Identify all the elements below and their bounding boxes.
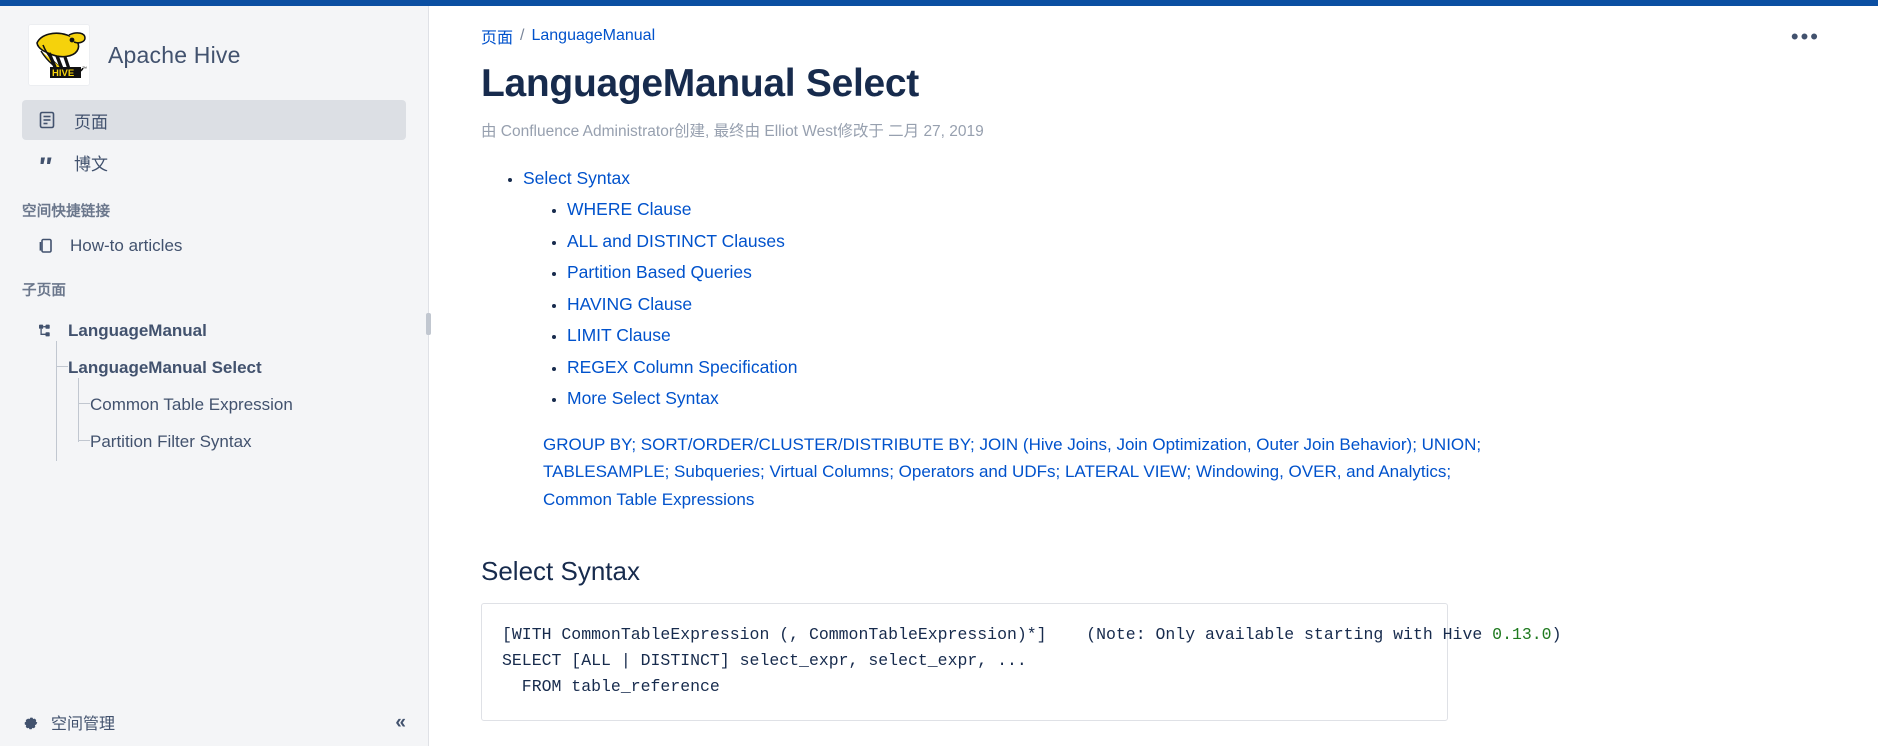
related-link[interactable]: Subqueries (674, 462, 760, 481)
related-link-separator: ; (760, 462, 769, 481)
section-heading-select-syntax: Select Syntax (481, 556, 1818, 587)
svg-text:™: ™ (82, 66, 87, 72)
related-link[interactable]: Outer Join Behavior (1256, 435, 1406, 454)
list-item: HAVING Clause (567, 289, 1818, 320)
sidebar-shortcut-how-to-articles[interactable]: How-to articles (0, 229, 428, 263)
page-tree-children: LanguageManual Select Common Table Expre… (46, 349, 428, 460)
sidebar-resize-handle[interactable] (426, 313, 431, 335)
toc-sublist: WHERE Clause ALL and DISTINCT Clauses Pa… (549, 194, 1818, 414)
list-item: ALL and DISTINCT Clauses (567, 226, 1818, 257)
related-link[interactable]: Virtual Columns (770, 462, 890, 481)
code-line-1-pre: [WITH CommonTableExpression (, CommonTab… (502, 625, 1492, 644)
space-shortcuts-heading: 空间快捷链接 (0, 184, 428, 229)
list-item: WHERE Clause (567, 194, 1818, 225)
toc-link-where-clause[interactable]: WHERE Clause (567, 199, 691, 219)
code-line-3: FROM table_reference (502, 677, 720, 696)
breadcrumb: 页面 / LanguageManual (481, 24, 1818, 48)
related-link-separator: ; (889, 462, 898, 481)
toc-link-having-clause[interactable]: HAVING Clause (567, 294, 692, 314)
related-link-separator: ( (1018, 435, 1028, 454)
breadcrumb-item-languagemanual[interactable]: LanguageManual (531, 27, 655, 45)
space-sidebar: HIVE ™ Apache Hive 页面 (0, 0, 429, 746)
related-link-separator: ; (665, 462, 674, 481)
more-actions-icon[interactable]: ••• (1791, 26, 1820, 48)
related-link[interactable]: Hive Joins (1029, 435, 1107, 454)
browser-top-strip (0, 0, 1878, 6)
toc-root-item: Select Syntax WHERE Clause ALL and DISTI… (523, 163, 1818, 415)
related-link-separator: ; (1055, 462, 1064, 481)
sidebar-footer: 空间管理 « (0, 704, 428, 746)
related-link[interactable]: UNION (1422, 435, 1477, 454)
page-tree-item-label: Partition Filter Syntax (90, 432, 252, 452)
related-link[interactable]: Common Table Expressions (543, 490, 754, 509)
confluence-page: HIVE ™ Apache Hive 页面 (0, 0, 1878, 746)
page-title: LanguageManual Select (481, 62, 1818, 107)
page-tree-item-label: LanguageManual (68, 321, 207, 341)
related-link[interactable]: Join Optimization (1116, 435, 1246, 454)
page-copy-icon (36, 236, 56, 256)
related-link[interactable]: GROUP BY (543, 435, 631, 454)
page-tree-item-label: Common Table Expression (90, 395, 293, 415)
page-tree-item-common-table-expression[interactable]: Common Table Expression (46, 386, 428, 423)
related-link[interactable]: TABLESAMPLE (543, 462, 665, 481)
breadcrumb-separator: / (520, 27, 524, 45)
toc-link-all-and-distinct-clauses[interactable]: ALL and DISTINCT Clauses (567, 231, 785, 251)
page-tree-item-languagemanual[interactable]: LanguageManual (36, 312, 428, 349)
related-link[interactable]: Operators and UDFs (899, 462, 1056, 481)
sidebar-shortcut-label: How-to articles (70, 236, 182, 256)
list-item: More Select Syntax (567, 383, 1818, 414)
pages-icon (36, 109, 58, 131)
code-version-number: 0.13.0 (1492, 625, 1551, 644)
related-links-paragraph: GROUP BY; SORT/ORDER/CLUSTER/DISTRIBUTE … (543, 431, 1483, 514)
sidebar-nav: 页面 博文 (0, 100, 428, 184)
page-tree-item-languagemanual-select[interactable]: LanguageManual Select (46, 349, 428, 386)
breadcrumb-item-pages[interactable]: 页面 (481, 24, 513, 48)
page-tree-item-label: LanguageManual Select (68, 358, 262, 378)
list-item: REGEX Column Specification (567, 352, 1818, 383)
toc-link-limit-clause[interactable]: LIMIT Clause (567, 325, 671, 345)
related-link-separator: ; (1446, 462, 1451, 481)
sidebar-item-pages[interactable]: 页面 (22, 100, 406, 140)
blog-quote-icon (36, 151, 58, 173)
toc-link-more-select-syntax[interactable]: More Select Syntax (567, 388, 719, 408)
related-link-separator: ); (1407, 435, 1422, 454)
collapse-sidebar-button[interactable]: « (395, 713, 406, 732)
gear-icon (22, 714, 39, 731)
toc-link-select-syntax[interactable]: Select Syntax (523, 168, 630, 188)
table-of-contents: Select Syntax WHERE Clause ALL and DISTI… (505, 163, 1818, 415)
toc-link-partition-based-queries[interactable]: Partition Based Queries (567, 262, 752, 282)
space-title: Apache Hive (108, 42, 241, 69)
page-content: 页面 / LanguageManual ••• LanguageManual S… (429, 0, 1878, 746)
sidebar-item-blog-label: 博文 (74, 150, 108, 175)
code-line-1-post: ) (1552, 625, 1562, 644)
child-pages-heading: 子页面 (0, 263, 428, 308)
sidebar-item-pages-label: 页面 (74, 108, 108, 133)
svg-text:HIVE: HIVE (52, 68, 74, 79)
code-line-2: SELECT [ALL | DISTINCT] select_expr, sel… (502, 651, 1027, 670)
related-link-separator: ; (1476, 435, 1481, 454)
space-settings-label: 空间管理 (51, 710, 115, 734)
hive-bee-logo-icon: HIVE ™ (28, 24, 90, 86)
list-item: Partition Based Queries (567, 257, 1818, 288)
code-content: [WITH CommonTableExpression (, CommonTab… (502, 622, 1427, 700)
related-link[interactable]: SORT/ORDER/CLUSTER/DISTRIBUTE BY (641, 435, 970, 454)
related-link[interactable]: Windowing, OVER, and Analytics (1196, 462, 1446, 481)
code-block: [WITH CommonTableExpression (, CommonTab… (481, 603, 1448, 721)
page-tree: LanguageManual LanguageManual Select Com… (0, 312, 428, 460)
page-tree-icon (36, 321, 56, 341)
space-header: HIVE ™ Apache Hive (0, 6, 428, 100)
related-link-separator: ; (1187, 462, 1196, 481)
related-link-separator: ; (631, 435, 640, 454)
toc-link-regex-column-specification[interactable]: REGEX Column Specification (567, 357, 798, 377)
space-settings-button[interactable]: 空间管理 (22, 710, 115, 734)
related-link[interactable]: JOIN (979, 435, 1018, 454)
page-tree-item-partition-filter-syntax[interactable]: Partition Filter Syntax (46, 423, 428, 460)
sidebar-item-blog[interactable]: 博文 (22, 142, 406, 182)
related-link[interactable]: LATERAL VIEW (1065, 462, 1187, 481)
page-byline: 由 Confluence Administrator创建, 最终由 Elliot… (481, 119, 1818, 141)
related-link-separator: , (1247, 435, 1256, 454)
list-item: LIMIT Clause (567, 320, 1818, 351)
